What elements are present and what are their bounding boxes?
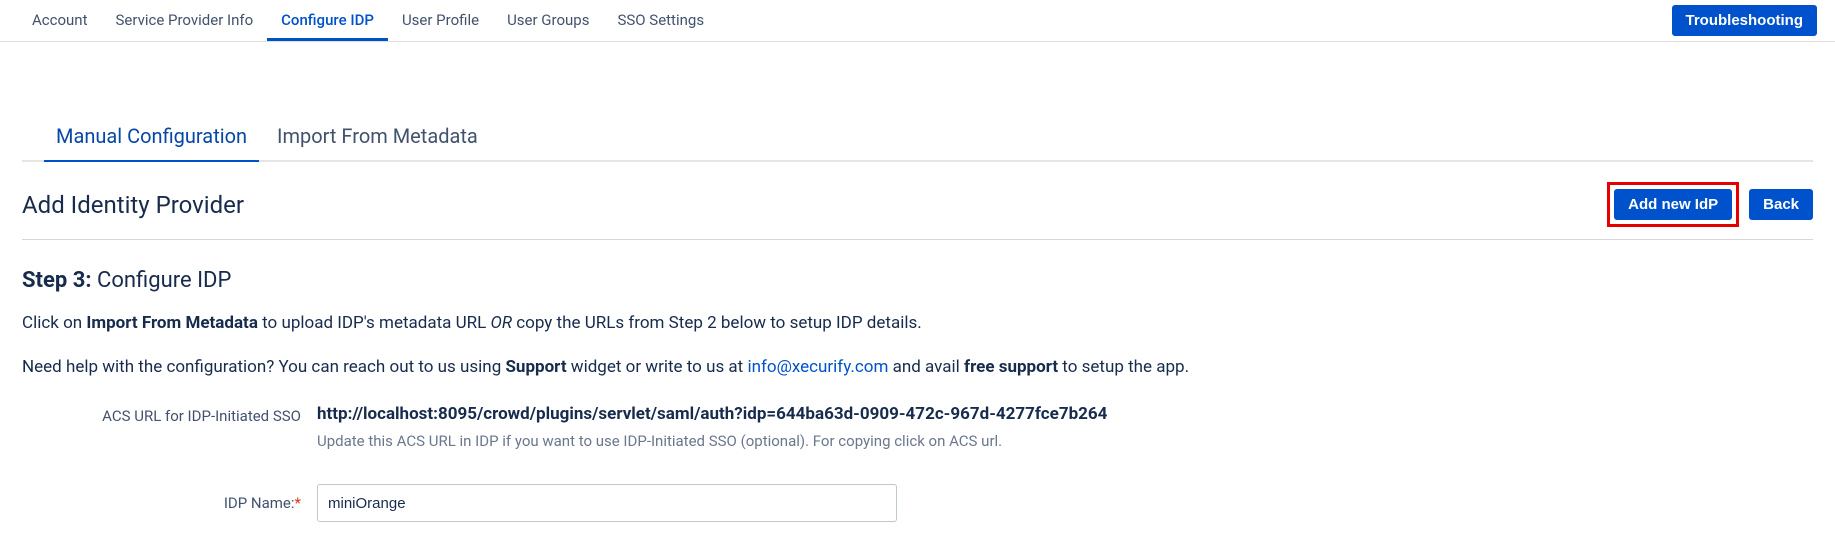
instruction-para-2: Need help with the configuration? You ca… xyxy=(22,355,1813,381)
step-heading: Step 3: Configure IDP xyxy=(22,268,1813,293)
idp-name-label: IDP Name:* xyxy=(22,493,317,514)
idp-name-row: IDP Name:* xyxy=(22,484,1813,522)
top-nav: Account Service Provider Info Configure … xyxy=(0,0,1835,42)
acs-url-hint: Update this ACS URL in IDP if you want t… xyxy=(317,432,1813,450)
subtab-import-from-metadata[interactable]: Import From Metadata xyxy=(265,124,490,160)
add-new-idp-button[interactable]: Add new IdP xyxy=(1614,189,1732,220)
troubleshooting-button[interactable]: Troubleshooting xyxy=(1672,5,1818,36)
required-marker: * xyxy=(295,494,301,512)
acs-url-value[interactable]: http://localhost:8095/crowd/plugins/serv… xyxy=(317,404,1813,424)
tab-configure-idp[interactable]: Configure IDP xyxy=(267,1,388,41)
support-email-link[interactable]: info@xecurify.com xyxy=(747,357,888,377)
idp-name-value-col xyxy=(317,484,1813,522)
tab-account[interactable]: Account xyxy=(18,1,102,41)
tab-user-profile[interactable]: User Profile xyxy=(388,1,493,41)
instruction-para-1: Click on Import From Metadata to upload … xyxy=(22,311,1813,337)
idp-name-input[interactable] xyxy=(317,484,897,522)
step-title: Configure IDP xyxy=(92,268,232,293)
tab-user-groups[interactable]: User Groups xyxy=(493,1,603,41)
tab-service-provider-info[interactable]: Service Provider Info xyxy=(102,1,268,41)
tab-sso-settings[interactable]: SSO Settings xyxy=(603,1,718,41)
subtab-manual-configuration[interactable]: Manual Configuration xyxy=(44,124,259,162)
acs-url-label: ACS URL for IDP-Initiated SSO xyxy=(22,404,317,450)
acs-url-value-col: http://localhost:8095/crowd/plugins/serv… xyxy=(317,404,1813,450)
back-button[interactable]: Back xyxy=(1749,189,1813,220)
sub-tabs: Manual Configuration Import From Metadat… xyxy=(22,124,1813,162)
step-number: Step 3: xyxy=(22,268,92,293)
top-nav-tabs: Account Service Provider Info Configure … xyxy=(18,1,718,41)
content-area: Manual Configuration Import From Metadat… xyxy=(0,124,1835,522)
page-title: Add Identity Provider xyxy=(22,191,244,219)
acs-url-row: ACS URL for IDP-Initiated SSO http://loc… xyxy=(22,404,1813,450)
add-new-idp-highlight: Add new IdP xyxy=(1607,182,1739,227)
section-actions: Add new IdP Back xyxy=(1607,182,1813,227)
section-header: Add Identity Provider Add new IdP Back xyxy=(22,166,1813,240)
